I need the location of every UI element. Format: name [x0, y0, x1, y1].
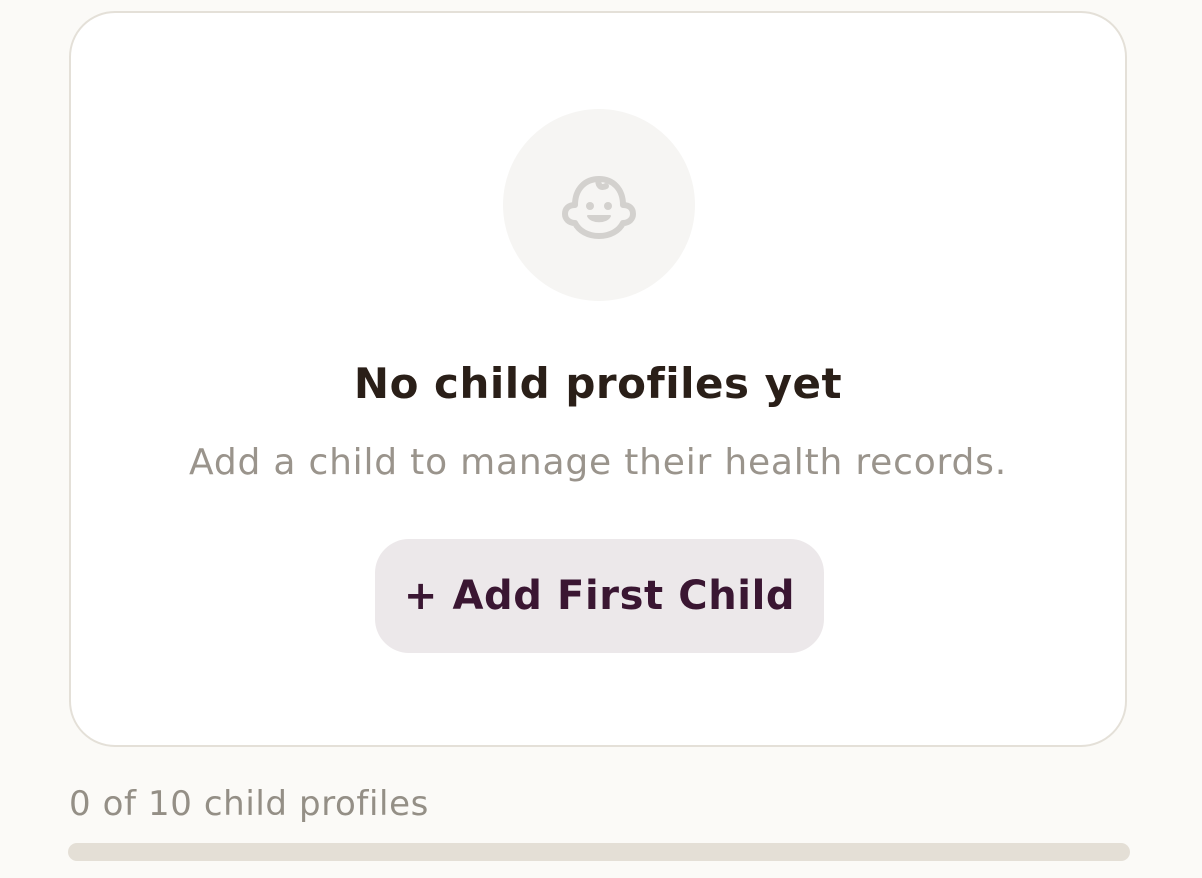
empty-state-title: No child profiles yet: [353, 359, 843, 408]
profile-count-label: 0 of 10 child profiles: [69, 784, 429, 824]
profile-capacity-bar: [68, 843, 1130, 861]
avatar-placeholder: [503, 109, 695, 301]
baby-face-icon: [562, 176, 636, 239]
empty-state-card: No child profiles yet Add a child to man…: [69, 11, 1127, 747]
empty-state-subtitle: Add a child to manage their health recor…: [189, 442, 1007, 483]
add-first-child-button[interactable]: + Add First Child: [375, 539, 824, 653]
